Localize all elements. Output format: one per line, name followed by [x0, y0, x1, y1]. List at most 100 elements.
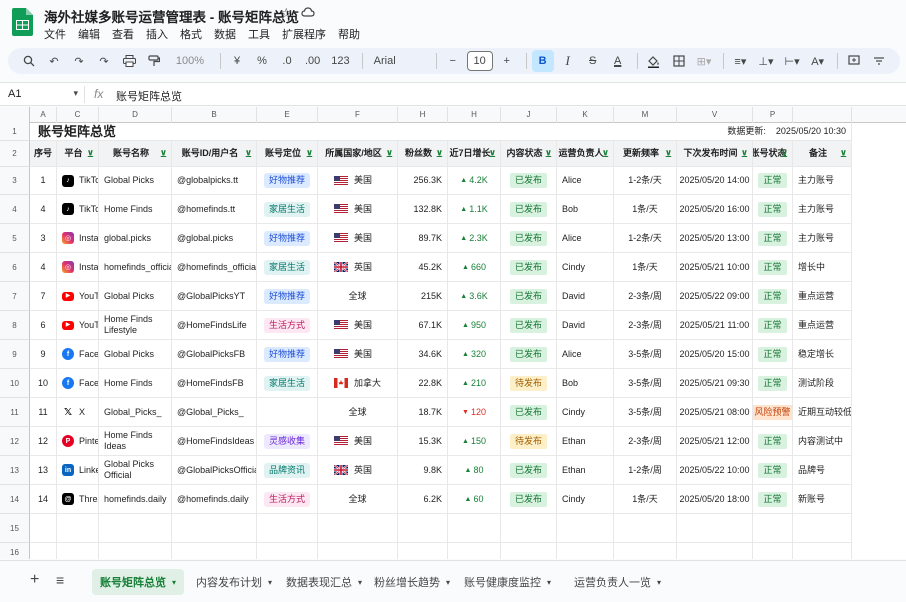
frequency-cell[interactable]: 3-5条/周	[614, 369, 677, 398]
merge-cells-icon[interactable]: ⊞▾	[693, 50, 716, 72]
owner-cell[interactable]: David	[557, 311, 614, 340]
empty-cell[interactable]	[677, 514, 753, 543]
empty-cell[interactable]	[501, 123, 557, 141]
account-name-cell[interactable]: Global Picks Official	[99, 456, 172, 485]
row-header[interactable]: 4	[0, 195, 30, 224]
followers-cell[interactable]: 256.3K	[398, 167, 448, 195]
note-cell[interactable]: 新账号	[793, 485, 852, 514]
account-position-cell[interactable]: 品牌资讯	[257, 456, 318, 485]
content-status-cell[interactable]: 已发布	[501, 311, 557, 340]
row-header[interactable]: 8	[0, 311, 30, 340]
empty-cell[interactable]	[677, 543, 753, 559]
platform-cell[interactable]: f Facebook	[57, 369, 99, 398]
text-wrapping-icon[interactable]: ⊢▾	[781, 50, 804, 72]
empty-cell[interactable]	[557, 514, 614, 543]
column-title-cell[interactable]: 账号ID/用户名 ⊻	[172, 141, 257, 167]
frequency-cell[interactable]: 1-2条/天	[614, 167, 677, 195]
note-cell[interactable]: 主力账号	[793, 224, 852, 253]
column-title-cell[interactable]: 运营负责人 ⊻	[557, 141, 614, 167]
filter-icon[interactable]: ⊻	[489, 149, 496, 159]
menu-item[interactable]: 工具	[248, 26, 278, 42]
country-cell[interactable]: 美国	[318, 340, 398, 369]
note-cell[interactable]: 增长中	[793, 253, 852, 282]
account-position-cell[interactable]: 家居生活	[257, 195, 318, 224]
row-number-cell[interactable]: 13	[30, 456, 57, 485]
column-title-cell[interactable]: 更新频率 ⊻	[614, 141, 677, 167]
column-header[interactable]: J	[501, 107, 557, 123]
country-cell[interactable]: 美国	[318, 224, 398, 253]
row-header[interactable]: 9	[0, 340, 30, 369]
column-header[interactable]: E	[257, 107, 318, 123]
row-header[interactable]: 12	[0, 427, 30, 456]
next-post-cell[interactable]: 2025/05/20 16:00	[677, 195, 753, 224]
column-title-cell[interactable]: 账号名称 ⊻	[99, 141, 172, 167]
next-post-cell[interactable]: 2025/05/21 11:00	[677, 311, 753, 340]
account-handle-cell[interactable]: @GlobalPicksOfficial	[172, 456, 257, 485]
growth-cell[interactable]: ▼ 120	[448, 398, 501, 427]
column-header[interactable]: D	[99, 107, 172, 123]
owner-cell[interactable]: Ethan	[557, 456, 614, 485]
country-cell[interactable]: 全球	[318, 282, 398, 311]
empty-cell[interactable]	[501, 514, 557, 543]
followers-cell[interactable]: 34.6K	[398, 340, 448, 369]
redo-icon[interactable]: ↷	[68, 50, 90, 72]
row-header[interactable]: 13	[0, 456, 30, 485]
column-header[interactable]: V	[677, 107, 753, 123]
next-post-cell[interactable]: 2025/05/20 14:00	[677, 167, 753, 195]
column-title-cell[interactable]: 下次发布时间 ⊻	[677, 141, 753, 167]
decrease-font-size-icon[interactable]: −	[442, 50, 464, 72]
next-post-cell[interactable]: 2025/05/20 18:00	[677, 485, 753, 514]
row-header[interactable]: 1	[0, 123, 30, 141]
account-handle-cell[interactable]: @Global_Picks_	[172, 398, 257, 427]
sheet-tab[interactable]: 数据表现汇总 ▾	[278, 569, 370, 595]
row-number-cell[interactable]: 4	[30, 253, 57, 282]
frequency-cell[interactable]: 2-3条/周	[614, 311, 677, 340]
note-cell[interactable]: 重点运营	[793, 282, 852, 311]
platform-cell[interactable]: 𝕏X	[57, 398, 99, 427]
empty-cell[interactable]	[30, 543, 57, 559]
menu-item[interactable]: 插入	[146, 26, 176, 42]
filter-icon[interactable]: ⊻	[160, 149, 167, 159]
menu-item[interactable]: 文件	[44, 26, 74, 42]
percent-format-button[interactable]: %	[251, 50, 273, 72]
text-color-button[interactable]: A	[607, 50, 629, 72]
frequency-cell[interactable]: 3-5条/周	[614, 340, 677, 369]
country-cell[interactable]: 美国	[318, 195, 398, 224]
country-cell[interactable]: 全球	[318, 485, 398, 514]
frequency-cell[interactable]: 1-2条/天	[614, 224, 677, 253]
frequency-cell[interactable]: 1条/天	[614, 253, 677, 282]
growth-cell[interactable]: ▲ 320	[448, 340, 501, 369]
growth-cell[interactable]: ▲ 4.2K	[448, 167, 501, 195]
chevron-down-icon[interactable]: ▾	[547, 578, 551, 587]
filter-icon[interactable]: ⊻	[602, 149, 609, 159]
column-header[interactable]: H	[398, 107, 448, 123]
empty-cell[interactable]	[557, 543, 614, 559]
followers-cell[interactable]: 215K	[398, 282, 448, 311]
account-position-cell[interactable]: 家居生活	[257, 369, 318, 398]
account-status-cell[interactable]: 正常	[753, 427, 793, 456]
filter-icon[interactable]: ⊻	[665, 149, 672, 159]
italic-button[interactable]: I	[557, 50, 579, 72]
empty-cell[interactable]	[448, 543, 501, 559]
account-handle-cell[interactable]: @GlobalPicksFB	[172, 340, 257, 369]
note-cell[interactable]: 内容测试中	[793, 427, 852, 456]
document-title[interactable]: 海外社媒多账号运营管理表 - 账号矩阵总览	[44, 6, 299, 26]
frequency-cell[interactable]: 1条/天	[614, 195, 677, 224]
row-number-cell[interactable]: 12	[30, 427, 57, 456]
account-name-cell[interactable]: Home Finds	[99, 369, 172, 398]
country-cell[interactable]: 全球	[318, 398, 398, 427]
account-position-cell[interactable]: 生活方式	[257, 311, 318, 340]
account-name-cell[interactable]: homefinds.daily	[99, 485, 172, 514]
account-handle-cell[interactable]: @HomeFindsLife	[172, 311, 257, 340]
empty-cell[interactable]	[318, 514, 398, 543]
account-name-cell[interactable]: Global_Picks_	[99, 398, 172, 427]
chevron-down-icon[interactable]: ▾	[446, 578, 450, 587]
content-status-cell[interactable]: 已发布	[501, 485, 557, 514]
account-status-cell[interactable]: 正常	[753, 282, 793, 311]
all-sheets-icon[interactable]: ≡	[56, 572, 64, 588]
menu-item[interactable]: 帮助	[338, 26, 368, 42]
platform-cell[interactable]: in LinkedIn	[57, 456, 99, 485]
undo-icon[interactable]: ↶	[43, 50, 65, 72]
search-menus-icon[interactable]	[18, 50, 40, 72]
sheet-tab[interactable]: 运营负责人一览 ▾	[566, 569, 669, 595]
